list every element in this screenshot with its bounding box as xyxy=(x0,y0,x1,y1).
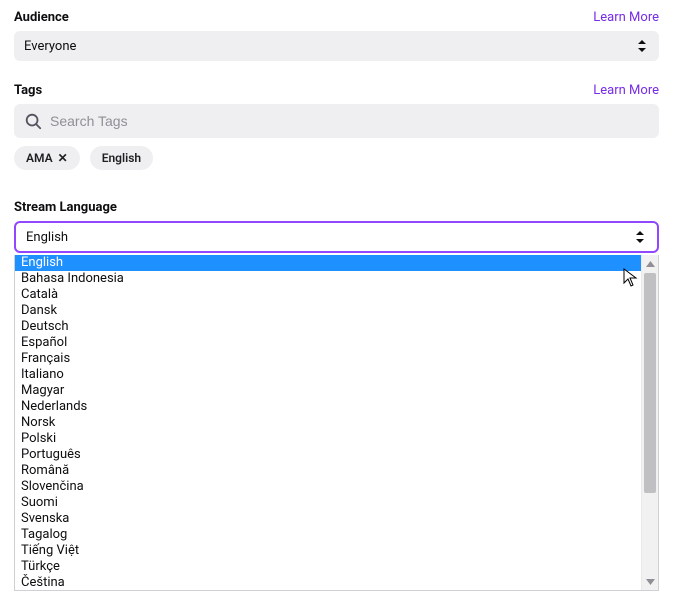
language-option[interactable]: Italiano xyxy=(15,367,641,383)
language-option[interactable]: Tagalog xyxy=(15,527,641,543)
language-option[interactable]: Magyar xyxy=(15,383,641,399)
tag-remove-icon[interactable]: ✕ xyxy=(58,151,68,165)
tags-search-field[interactable] xyxy=(14,104,659,138)
language-option[interactable]: Dansk xyxy=(15,303,641,319)
audience-select[interactable]: Everyone xyxy=(14,31,659,61)
tags-search-input[interactable] xyxy=(50,113,649,129)
stream-language-select[interactable]: English xyxy=(14,221,659,253)
audience-learn-more-link[interactable]: Learn More xyxy=(593,10,659,25)
audience-select-value: Everyone xyxy=(24,39,635,54)
language-option[interactable]: Nederlands xyxy=(15,399,641,415)
language-option[interactable]: Română xyxy=(15,463,641,479)
tag-chip-label: AMA xyxy=(26,151,53,165)
language-option[interactable]: Deutsch xyxy=(15,319,641,335)
stream-language-select-value: English xyxy=(26,230,633,245)
dropdown-scrollbar[interactable] xyxy=(641,255,658,590)
language-option[interactable]: Español xyxy=(15,335,641,351)
language-option[interactable]: Svenska xyxy=(15,511,641,527)
tag-chip-label: English xyxy=(102,151,141,165)
tag-chip[interactable]: English xyxy=(90,146,153,170)
language-option[interactable]: Suomi xyxy=(15,495,641,511)
audience-label: Audience xyxy=(14,10,69,25)
updown-caret-icon xyxy=(635,39,649,53)
language-option[interactable]: Tiếng Việt xyxy=(15,543,641,559)
tag-chip[interactable]: AMA ✕ xyxy=(14,146,80,170)
tag-row: AMA ✕ English xyxy=(14,146,659,170)
search-icon xyxy=(24,112,42,130)
language-option[interactable]: English xyxy=(15,255,641,271)
scroll-thumb[interactable] xyxy=(644,273,656,493)
language-option[interactable]: Norsk xyxy=(15,415,641,431)
tags-label: Tags xyxy=(14,83,42,98)
language-option[interactable]: Català xyxy=(15,287,641,303)
language-option[interactable]: Bahasa Indonesia xyxy=(15,271,641,287)
language-option[interactable]: Türkçe xyxy=(15,559,641,575)
tags-learn-more-link[interactable]: Learn More xyxy=(593,83,659,98)
language-option[interactable]: Português xyxy=(15,447,641,463)
language-option[interactable]: Čeština xyxy=(15,575,641,590)
language-option[interactable]: Français xyxy=(15,351,641,367)
language-option[interactable]: Slovenčina xyxy=(15,479,641,495)
language-option[interactable]: Polski xyxy=(15,431,641,447)
stream-language-dropdown: EnglishBahasa IndonesiaCatalàDanskDeutsc… xyxy=(14,255,659,591)
updown-caret-icon xyxy=(633,230,647,244)
scroll-up-button[interactable] xyxy=(642,255,658,272)
scroll-down-button[interactable] xyxy=(642,573,658,590)
stream-language-label: Stream Language xyxy=(14,200,117,215)
